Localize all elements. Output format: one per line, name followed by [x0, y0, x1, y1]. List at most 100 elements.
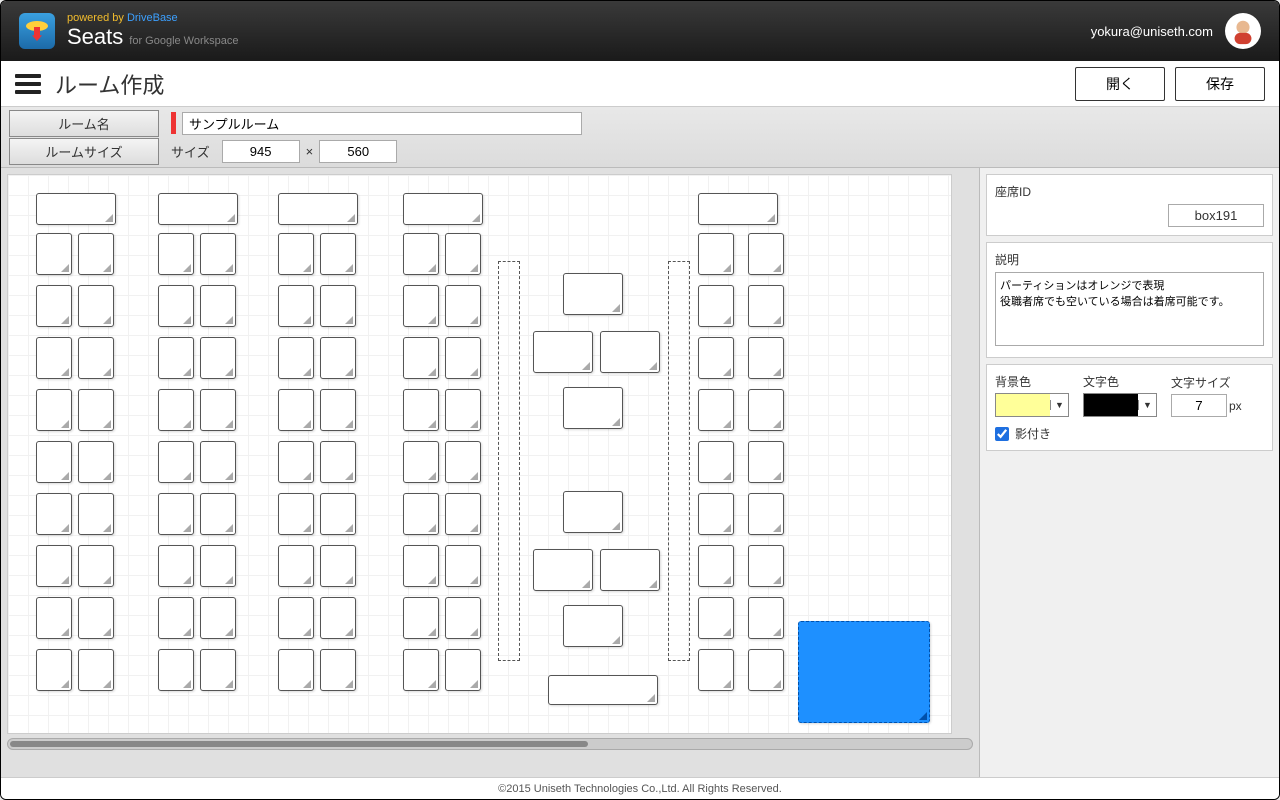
seat-box[interactable]	[445, 441, 481, 483]
seat-box[interactable]	[748, 649, 784, 691]
seat-box[interactable]	[320, 233, 356, 275]
partition-divider[interactable]	[498, 261, 520, 661]
seat-box[interactable]	[698, 337, 734, 379]
seat-box[interactable]	[278, 193, 358, 225]
seat-box[interactable]	[445, 649, 481, 691]
seat-box[interactable]	[563, 491, 623, 533]
seat-box[interactable]	[748, 389, 784, 431]
seat-box[interactable]	[278, 649, 314, 691]
seat-box[interactable]	[698, 493, 734, 535]
seat-box[interactable]	[78, 233, 114, 275]
seat-box[interactable]	[78, 441, 114, 483]
seat-box[interactable]	[158, 493, 194, 535]
room-canvas[interactable]	[7, 174, 952, 734]
seat-box[interactable]	[278, 233, 314, 275]
save-button[interactable]: 保存	[1175, 67, 1265, 101]
seat-box[interactable]	[403, 441, 439, 483]
seat-box[interactable]	[200, 389, 236, 431]
seat-box[interactable]	[533, 549, 593, 591]
bg-color-select[interactable]: ▼	[995, 393, 1069, 417]
seat-box[interactable]	[748, 545, 784, 587]
seat-box[interactable]	[36, 389, 72, 431]
seat-box[interactable]	[698, 285, 734, 327]
seat-box[interactable]	[200, 337, 236, 379]
seat-box[interactable]	[36, 441, 72, 483]
seat-box[interactable]	[403, 545, 439, 587]
seat-box[interactable]	[36, 597, 72, 639]
seat-box[interactable]	[278, 597, 314, 639]
seat-box[interactable]	[403, 389, 439, 431]
seat-box[interactable]	[36, 649, 72, 691]
room-height-input[interactable]	[319, 140, 397, 163]
seat-box[interactable]	[200, 649, 236, 691]
seat-box[interactable]	[200, 493, 236, 535]
seat-box[interactable]	[445, 493, 481, 535]
seat-box[interactable]	[36, 545, 72, 587]
seat-box[interactable]	[200, 597, 236, 639]
fg-color-select[interactable]: ▼	[1083, 393, 1157, 417]
seat-box[interactable]	[698, 597, 734, 639]
seat-box[interactable]	[548, 675, 658, 705]
open-button[interactable]: 開く	[1075, 67, 1165, 101]
seat-box[interactable]	[200, 545, 236, 587]
seat-box[interactable]	[278, 493, 314, 535]
seat-box[interactable]	[698, 389, 734, 431]
seat-box[interactable]	[403, 597, 439, 639]
seat-box[interactable]	[698, 649, 734, 691]
seat-box[interactable]	[320, 545, 356, 587]
seat-box[interactable]	[320, 493, 356, 535]
seat-box[interactable]	[278, 545, 314, 587]
seat-box[interactable]	[78, 285, 114, 327]
seat-box[interactable]	[403, 193, 483, 225]
seat-box[interactable]	[158, 193, 238, 225]
seat-box[interactable]	[158, 597, 194, 639]
seat-box[interactable]	[278, 285, 314, 327]
seat-box[interactable]	[158, 441, 194, 483]
seat-box[interactable]	[200, 285, 236, 327]
seat-box[interactable]	[158, 545, 194, 587]
seat-box[interactable]	[36, 285, 72, 327]
seat-box[interactable]	[78, 337, 114, 379]
seat-box[interactable]	[78, 597, 114, 639]
seat-box[interactable]	[445, 545, 481, 587]
seat-box[interactable]	[36, 193, 116, 225]
room-width-input[interactable]	[222, 140, 300, 163]
seat-box[interactable]	[533, 331, 593, 373]
seat-box[interactable]	[445, 285, 481, 327]
seat-box[interactable]	[445, 389, 481, 431]
seat-box[interactable]	[563, 273, 623, 315]
seat-box[interactable]	[403, 233, 439, 275]
seat-box[interactable]	[563, 387, 623, 429]
seat-box[interactable]	[158, 389, 194, 431]
seat-box[interactable]	[600, 549, 660, 591]
seat-box[interactable]	[320, 285, 356, 327]
seat-box[interactable]	[600, 331, 660, 373]
seat-box[interactable]	[158, 337, 194, 379]
seat-box[interactable]	[748, 337, 784, 379]
seat-box[interactable]	[278, 337, 314, 379]
seat-box[interactable]	[78, 389, 114, 431]
seat-box[interactable]	[445, 597, 481, 639]
seat-box-selected[interactable]	[798, 621, 930, 723]
seat-box[interactable]	[278, 441, 314, 483]
seat-box[interactable]	[748, 285, 784, 327]
seat-box[interactable]	[200, 233, 236, 275]
horizontal-scrollbar[interactable]	[7, 738, 973, 750]
seat-box[interactable]	[78, 545, 114, 587]
seat-box[interactable]	[445, 233, 481, 275]
seat-box[interactable]	[78, 649, 114, 691]
drivebase-link[interactable]: DriveBase	[127, 12, 178, 24]
seat-box[interactable]	[36, 233, 72, 275]
seat-box[interactable]	[320, 389, 356, 431]
room-name-input[interactable]	[182, 112, 582, 135]
seat-box[interactable]	[158, 285, 194, 327]
seat-box[interactable]	[748, 233, 784, 275]
seat-box[interactable]	[403, 649, 439, 691]
seat-box[interactable]	[158, 649, 194, 691]
seat-box[interactable]	[748, 441, 784, 483]
seat-box[interactable]	[278, 389, 314, 431]
seat-box[interactable]	[36, 337, 72, 379]
seat-box[interactable]	[320, 597, 356, 639]
seat-box[interactable]	[748, 493, 784, 535]
seat-box[interactable]	[320, 649, 356, 691]
